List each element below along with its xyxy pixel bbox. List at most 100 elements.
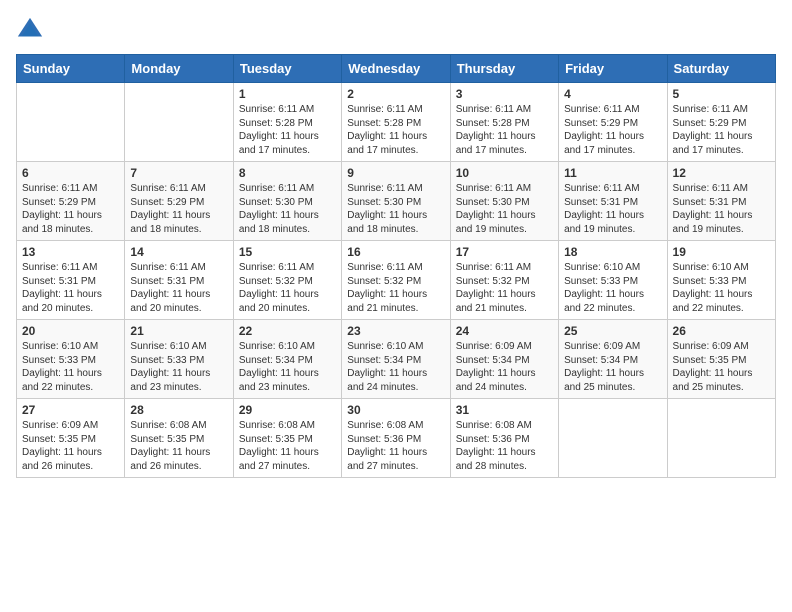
calendar-cell: 8 Sunrise: 6:11 AMSunset: 5:30 PMDaylight… [233,162,341,241]
day-number: 11 [564,166,661,180]
day-number: 25 [564,324,661,338]
calendar-cell: 14 Sunrise: 6:11 AMSunset: 5:31 PMDayligh… [125,241,233,320]
day-info: Sunrise: 6:10 AMSunset: 5:33 PMDaylight:… [673,261,770,315]
calendar-cell: 9Sunrise: 6:11 AMSunset: 5:30 PMDaylight… [342,162,450,241]
day-number: 8 [239,166,336,180]
calendar-cell: 7Sunrise: 6:11 AMSunset: 5:29 PMDaylight… [125,162,233,241]
day-info: Sunrise: 6:10 AMSunset: 5:33 PMDaylight:… [22,340,119,394]
day-info: Sunrise: 6:11 AMSunset: 5:32 PMDaylight:… [239,261,336,315]
day-number: 1 [239,87,336,101]
calendar-cell: 5 Sunrise: 6:11 AMSunset: 5:29 PMDaylight… [667,83,775,162]
logo-icon [16,16,44,44]
calendar-cell [667,399,775,478]
day-number: 3 [456,87,553,101]
day-number: 29 [239,403,336,417]
day-info: Sunrise: 6:11 AMSunset: 5:30 PMDaylight:… [456,182,553,236]
calendar-day-header: Tuesday [233,55,341,83]
day-number: 27 [22,403,119,417]
day-info: Sunrise: 6:08 AMSunset: 5:36 PMDaylight:… [347,419,444,473]
day-number: 12 [673,166,770,180]
day-number: 20 [22,324,119,338]
calendar-cell: 6 Sunrise: 6:11 AMSunset: 5:29 PMDaylight… [17,162,125,241]
calendar-week-row: 1 Sunrise: 6:11 AMSunset: 5:28 PMDaylight… [17,83,776,162]
day-number: 30 [347,403,444,417]
page-header [16,16,776,44]
calendar-cell [559,399,667,478]
day-info: Sunrise: 6:09 AMSunset: 5:35 PMDaylight:… [673,340,770,394]
calendar-cell [125,83,233,162]
calendar-day-header: Thursday [450,55,558,83]
day-info: Sunrise: 6:11 AMSunset: 5:31 PMDaylight:… [564,182,661,236]
day-info: Sunrise: 6:10 AMSunset: 5:34 PMDaylight:… [347,340,444,394]
calendar-cell: 10Sunrise: 6:11 AMSunset: 5:30 PMDayligh… [450,162,558,241]
day-number: 6 [22,166,119,180]
calendar-cell: 22 Sunrise: 6:10 AMSunset: 5:34 PMDayligh… [233,320,341,399]
day-number: 21 [130,324,227,338]
day-number: 28 [130,403,227,417]
calendar-day-header: Monday [125,55,233,83]
day-number: 19 [673,245,770,259]
day-number: 15 [239,245,336,259]
day-info: Sunrise: 6:11 AMSunset: 5:28 PMDaylight:… [456,103,553,157]
day-info: Sunrise: 6:11 AMSunset: 5:28 PMDaylight:… [239,103,336,157]
calendar-cell: 12 Sunrise: 6:11 AMSunset: 5:31 PMDayligh… [667,162,775,241]
day-info: Sunrise: 6:08 AMSunset: 5:36 PMDaylight:… [456,419,553,473]
day-number: 5 [673,87,770,101]
calendar-cell: 19 Sunrise: 6:10 AMSunset: 5:33 PMDayligh… [667,241,775,320]
calendar-cell: 20 Sunrise: 6:10 AMSunset: 5:33 PMDayligh… [17,320,125,399]
day-number: 31 [456,403,553,417]
day-number: 4 [564,87,661,101]
calendar-header-row: SundayMondayTuesdayWednesdayThursdayFrid… [17,55,776,83]
calendar-cell: 17 Sunrise: 6:11 AMSunset: 5:32 PMDayligh… [450,241,558,320]
day-info: Sunrise: 6:11 AMSunset: 5:31 PMDaylight:… [673,182,770,236]
calendar-cell: 2 Sunrise: 6:11 AMSunset: 5:28 PMDaylight… [342,83,450,162]
day-info: Sunrise: 6:11 AMSunset: 5:29 PMDaylight:… [130,182,227,236]
calendar-day-header: Saturday [667,55,775,83]
day-number: 17 [456,245,553,259]
calendar-cell: 15 Sunrise: 6:11 AMSunset: 5:32 PMDayligh… [233,241,341,320]
day-number: 14 [130,245,227,259]
calendar-day-header: Sunday [17,55,125,83]
day-info: Sunrise: 6:11 AMSunset: 5:32 PMDaylight:… [456,261,553,315]
calendar-week-row: 27 Sunrise: 6:09 AMSunset: 5:35 PMDayligh… [17,399,776,478]
calendar-day-header: Friday [559,55,667,83]
day-info: Sunrise: 6:11 AMSunset: 5:31 PMDaylight:… [130,261,227,315]
day-number: 2 [347,87,444,101]
day-number: 18 [564,245,661,259]
day-info: Sunrise: 6:09 AMSunset: 5:34 PMDaylight:… [564,340,661,394]
calendar-cell: 30 Sunrise: 6:08 AMSunset: 5:36 PMDayligh… [342,399,450,478]
calendar-cell: 24 Sunrise: 6:09 AMSunset: 5:34 PMDayligh… [450,320,558,399]
calendar-cell: 28Sunrise: 6:08 AMSunset: 5:35 PMDayligh… [125,399,233,478]
day-info: Sunrise: 6:10 AMSunset: 5:34 PMDaylight:… [239,340,336,394]
day-info: Sunrise: 6:09 AMSunset: 5:34 PMDaylight:… [456,340,553,394]
calendar-cell: 23Sunrise: 6:10 AMSunset: 5:34 PMDayligh… [342,320,450,399]
day-info: Sunrise: 6:11 AMSunset: 5:30 PMDaylight:… [347,182,444,236]
day-number: 24 [456,324,553,338]
calendar-cell: 1 Sunrise: 6:11 AMSunset: 5:28 PMDaylight… [233,83,341,162]
day-info: Sunrise: 6:11 AMSunset: 5:28 PMDaylight:… [347,103,444,157]
day-info: Sunrise: 6:11 AMSunset: 5:32 PMDaylight:… [347,261,444,315]
calendar-cell: 16Sunrise: 6:11 AMSunset: 5:32 PMDayligh… [342,241,450,320]
calendar-cell: 27 Sunrise: 6:09 AMSunset: 5:35 PMDayligh… [17,399,125,478]
day-number: 22 [239,324,336,338]
calendar-cell: 21 Sunrise: 6:10 AMSunset: 5:33 PMDayligh… [125,320,233,399]
calendar-week-row: 20 Sunrise: 6:10 AMSunset: 5:33 PMDayligh… [17,320,776,399]
day-info: Sunrise: 6:11 AMSunset: 5:31 PMDaylight:… [22,261,119,315]
day-info: Sunrise: 6:09 AMSunset: 5:35 PMDaylight:… [22,419,119,473]
calendar-cell: 31 Sunrise: 6:08 AMSunset: 5:36 PMDayligh… [450,399,558,478]
day-info: Sunrise: 6:08 AMSunset: 5:35 PMDaylight:… [239,419,336,473]
calendar-day-header: Wednesday [342,55,450,83]
calendar-week-row: 13Sunrise: 6:11 AMSunset: 5:31 PMDayligh… [17,241,776,320]
day-number: 26 [673,324,770,338]
calendar-cell: 26 Sunrise: 6:09 AMSunset: 5:35 PMDayligh… [667,320,775,399]
day-info: Sunrise: 6:10 AMSunset: 5:33 PMDaylight:… [130,340,227,394]
calendar-cell: 4Sunrise: 6:11 AMSunset: 5:29 PMDaylight… [559,83,667,162]
calendar-cell: 3 Sunrise: 6:11 AMSunset: 5:28 PMDaylight… [450,83,558,162]
calendar-cell: 11 Sunrise: 6:11 AMSunset: 5:31 PMDayligh… [559,162,667,241]
day-info: Sunrise: 6:11 AMSunset: 5:30 PMDaylight:… [239,182,336,236]
logo [16,16,48,44]
day-info: Sunrise: 6:11 AMSunset: 5:29 PMDaylight:… [22,182,119,236]
calendar-cell: 13Sunrise: 6:11 AMSunset: 5:31 PMDayligh… [17,241,125,320]
day-info: Sunrise: 6:11 AMSunset: 5:29 PMDaylight:… [673,103,770,157]
calendar-table: SundayMondayTuesdayWednesdayThursdayFrid… [16,54,776,478]
